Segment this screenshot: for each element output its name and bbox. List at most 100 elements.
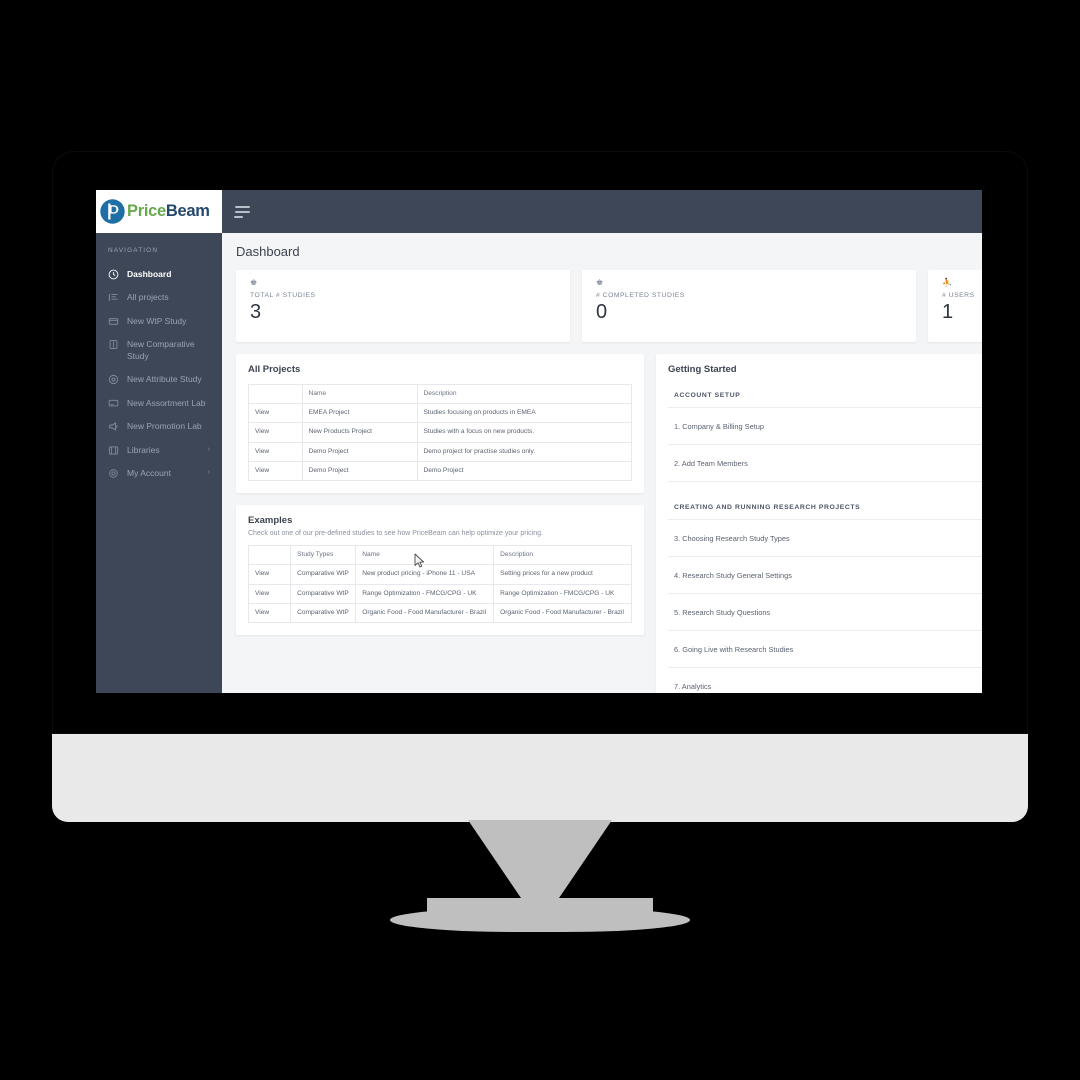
panel-subtitle: Check out one of our pre-defined studies… xyxy=(248,530,543,538)
table-header-row: Study Types Name Description xyxy=(247,545,632,566)
table-row: View Demo Project Demo Project xyxy=(248,460,632,482)
sidebar-item-new-attribute-study[interactable]: New Attribute Study xyxy=(96,368,222,391)
sidebar-item-label: Libraries xyxy=(127,444,160,455)
project-name: New Products Project xyxy=(301,422,418,443)
gs-item-analytics: 7. Analytics Show Me xyxy=(668,668,982,693)
example-description: Organic Food - Food Manufacturer - Brazi… xyxy=(493,602,632,624)
sidebar-item-label: New Attribute Study xyxy=(127,374,202,385)
sidebar-item-new-comparative-study[interactable]: New Comparative Study xyxy=(96,333,222,368)
top-bar: PriceBeam xyxy=(96,190,982,233)
sidebar-item-label: All projects xyxy=(127,292,169,303)
left-column: All Projects Name Description View EMEA … xyxy=(236,354,644,636)
table-row: View New Products Project Studies with a… xyxy=(248,422,632,443)
sidebar: NAVIGATION Dashboard All projects New Wt… xyxy=(96,233,222,693)
logo-word-beam: Beam xyxy=(165,202,210,220)
stat-label: # COMPLETED STUDIES xyxy=(596,292,685,299)
sidebar-item-new-wtp-study[interactable]: New WtP Study xyxy=(96,310,222,333)
clock-dashboard-icon xyxy=(108,269,119,280)
table-row: View Comparative WtP Range Optimization … xyxy=(247,583,632,604)
crown-icon: ♚ xyxy=(596,278,604,287)
column-header: Description xyxy=(416,383,632,405)
project-name: Demo Project xyxy=(301,460,418,482)
sidebar-item-libraries[interactable]: Libraries › xyxy=(96,439,222,462)
sidebar-item-new-assortment-lab[interactable]: New Assortment Lab xyxy=(96,392,222,415)
gs-spacer xyxy=(668,482,982,496)
project-name: EMEA Project xyxy=(301,403,418,424)
library-icon xyxy=(108,445,119,456)
megaphone-icon xyxy=(108,421,119,432)
view-link[interactable]: View xyxy=(248,460,303,482)
gs-item-label: 2. Add Team Members xyxy=(674,458,748,468)
sidebar-item-all-projects[interactable]: All projects xyxy=(96,286,222,309)
project-name: Demo Project xyxy=(301,441,418,462)
example-description: Range Optimization - FMCG/CPG - UK xyxy=(493,583,632,604)
stat-card-users: ⛹ # USERS 1 xyxy=(928,270,982,342)
stat-value: 0 xyxy=(596,301,608,323)
gs-item-general-settings: 4. Research Study General Settings Show … xyxy=(668,557,982,594)
view-link[interactable]: View xyxy=(248,403,303,424)
stat-label: TOTAL # STUDIES xyxy=(250,292,316,299)
example-description: Setting prices for a new product xyxy=(493,564,632,585)
gs-item-label: 4. Research Study General Settings xyxy=(674,570,792,580)
study-type: Comparative WtP xyxy=(290,602,357,624)
gs-item-label: 6. Going Live with Research Studies xyxy=(674,644,794,654)
sidebar-item-label: New Comparative Study xyxy=(127,339,195,361)
sidebar-item-label: New Assortment Lab xyxy=(127,397,206,408)
hamburger-line xyxy=(234,205,250,208)
stat-label: # USERS xyxy=(942,292,975,299)
gs-item-company-billing: 1. Company & Billing Setup Show Me Take … xyxy=(668,408,982,445)
chevron-right-icon: › xyxy=(207,469,210,477)
gs-item-label: 1. Company & Billing Setup xyxy=(674,421,764,431)
example-name: Range Optimization - FMCG/CPG - UK xyxy=(355,583,495,604)
view-link[interactable]: View xyxy=(248,422,303,443)
study-type: Comparative WtP xyxy=(290,564,357,585)
sidebar-item-my-account[interactable]: My Account › xyxy=(96,462,222,485)
examples-panel: Examples Check out one of our pre-define… xyxy=(236,505,644,636)
hamburger-line xyxy=(234,215,243,218)
panel-title: Examples xyxy=(248,515,293,527)
sidebar-heading: NAVIGATION xyxy=(108,247,159,254)
table-row: View Demo Project Demo project for pract… xyxy=(248,441,632,462)
example-name: New product pricing - iPhone 11 - USA xyxy=(355,564,495,585)
crown-icon: ♚ xyxy=(250,278,258,287)
list-icon xyxy=(108,292,119,303)
gs-item-label: 7. Analytics xyxy=(674,681,712,691)
stat-card-completed-studies: ♚ # COMPLETED STUDIES 0 xyxy=(582,270,916,342)
app-logo[interactable]: PriceBeam xyxy=(96,190,222,233)
project-description: Studies focusing on products in EMEA xyxy=(416,403,632,424)
sidebar-item-new-promotion-lab[interactable]: New Promotion Lab xyxy=(96,415,222,438)
logo-word-price: Price xyxy=(127,202,166,220)
sidebar-item-dashboard[interactable]: Dashboard xyxy=(96,263,222,286)
stat-cards: ♚ TOTAL # STUDIES 3 ♚ # COMPLETED STUDIE… xyxy=(222,270,982,342)
pricebeam-app: PriceBeam NAVIGATION Dashboard All proje… xyxy=(96,190,982,693)
getting-started-panel: Getting Started ACCOUNT SETUP 1. Company… xyxy=(656,354,982,693)
panel-title: All Projects xyxy=(248,364,301,375)
panels-row: All Projects Name Description View EMEA … xyxy=(222,342,982,693)
monitor-chin xyxy=(52,734,1028,822)
hamburger-icon[interactable] xyxy=(222,190,262,233)
target-icon xyxy=(108,374,119,385)
gs-item-label: 3. Choosing Research Study Types xyxy=(674,533,790,543)
sidebar-item-label: New WtP Study xyxy=(127,315,187,326)
view-link[interactable]: View xyxy=(247,564,292,585)
sidebar-item-label: Dashboard xyxy=(127,269,172,279)
column-header: Study Types xyxy=(290,545,357,566)
browser-viewport: PriceBeam NAVIGATION Dashboard All proje… xyxy=(96,190,982,693)
sidebar-item-label: My Account xyxy=(127,468,171,479)
sidebar-item-label: New Promotion Lab xyxy=(127,421,202,432)
example-name: Organic Food - Food Manufacturer - Brazi… xyxy=(355,602,495,624)
monitor-icon xyxy=(108,398,119,409)
view-link[interactable]: View xyxy=(247,602,292,624)
all-projects-table: Name Description View EMEA Project Studi… xyxy=(248,383,632,482)
table-row: View EMEA Project Studies focusing on pr… xyxy=(248,403,632,424)
book-icon xyxy=(108,339,119,350)
gs-item-add-team-members: 2. Add Team Members Show Me Take Me Ther… xyxy=(668,445,982,482)
column-header xyxy=(248,383,303,405)
view-link[interactable]: View xyxy=(248,441,303,462)
view-link[interactable]: View xyxy=(247,583,292,604)
panel-title: Getting Started xyxy=(668,364,737,375)
examples-table: Study Types Name Description View Compar… xyxy=(247,545,632,624)
page-title: Dashboard xyxy=(236,244,300,259)
table-header-row: Name Description xyxy=(248,383,632,405)
pricebeam-b-mark-icon xyxy=(99,198,126,225)
